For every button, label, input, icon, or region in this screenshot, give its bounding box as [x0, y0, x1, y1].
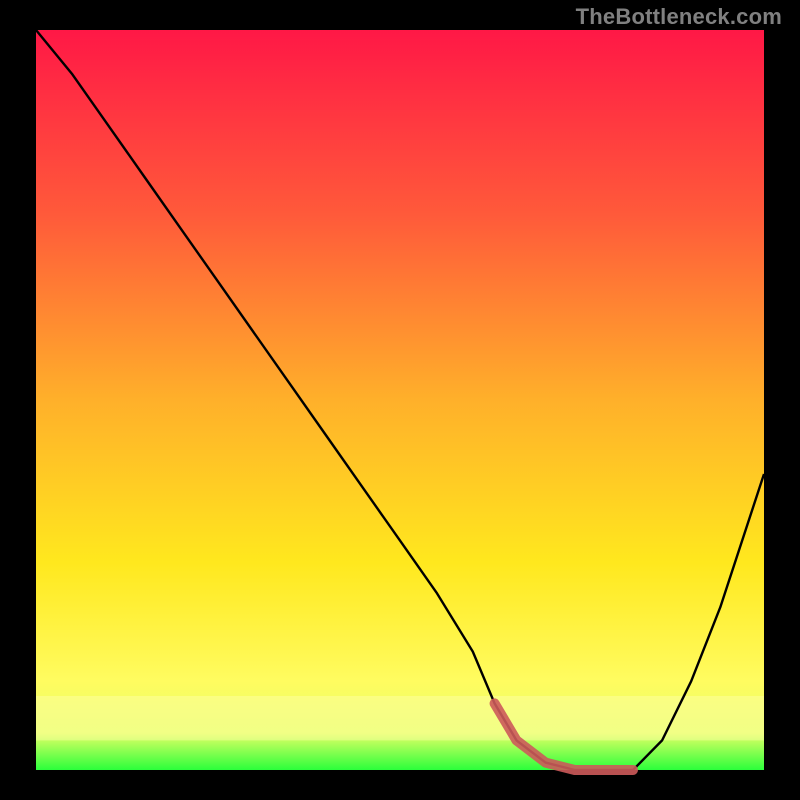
chart-frame: TheBottleneck.com — [0, 0, 800, 800]
bottleneck-chart — [0, 0, 800, 800]
plot-background — [36, 30, 764, 770]
highlight-strip — [36, 696, 764, 740]
